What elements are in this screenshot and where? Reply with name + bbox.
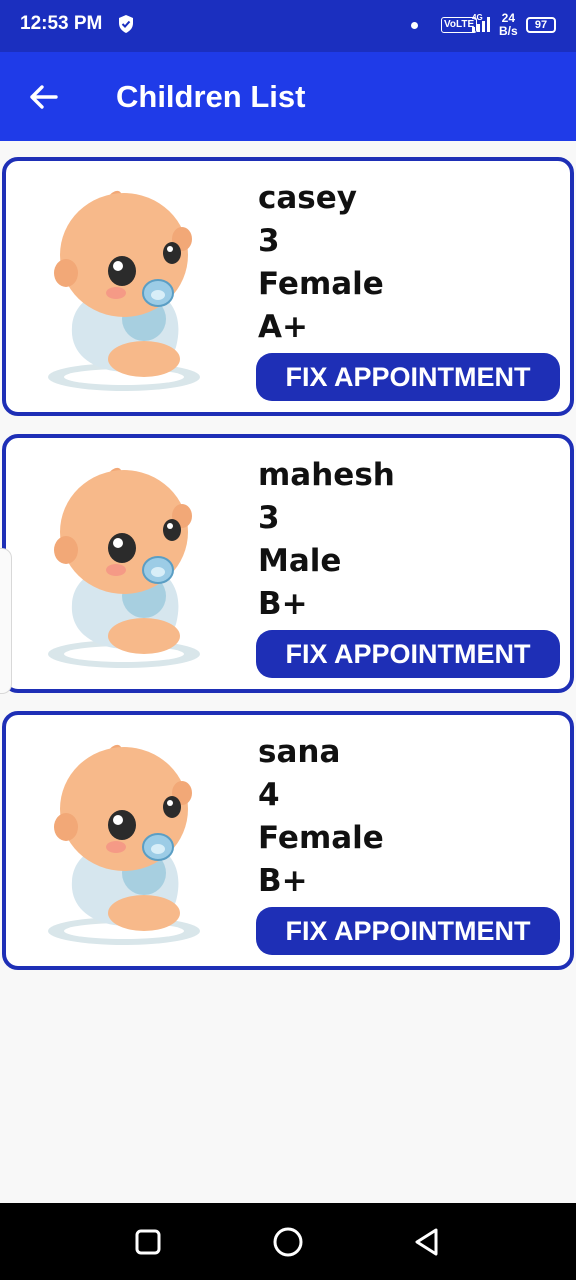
child-age: 3 (258, 223, 280, 259)
child-info: mahesh 3 Male B+ (258, 454, 395, 626)
status-time: 12:53 PM (20, 13, 103, 34)
shield-icon (119, 15, 133, 33)
child-age: 3 (258, 500, 280, 536)
child-name: casey (258, 180, 357, 216)
recents-square-icon[interactable] (131, 1225, 165, 1259)
app-bar: Children List (0, 52, 576, 141)
baby-illustration-icon (48, 190, 200, 391)
fix-appointment-button[interactable]: FIX APPOINTMENT (256, 907, 560, 955)
home-circle-icon[interactable] (271, 1225, 305, 1259)
child-card: mahesh 3 Male B+ FIX APPOINTMENT (2, 434, 574, 693)
net-speed-unit: B/s (499, 24, 518, 38)
status-bar: 12:53 PM VoLTE 4G 24 B/s 97 (0, 0, 576, 52)
child-name: sana (258, 734, 341, 770)
arrow-left-icon[interactable] (22, 76, 68, 118)
edge-panel-handle[interactable] (0, 548, 12, 694)
app-screen: 12:53 PM VoLTE 4G 24 B/s 97 Children Lis… (0, 0, 576, 1280)
net-speed: 24 B/s (499, 12, 518, 38)
child-gender: Female (258, 266, 384, 302)
dot-icon (411, 22, 418, 29)
fix-appointment-button[interactable]: FIX APPOINTMENT (256, 630, 560, 678)
child-name: mahesh (258, 457, 395, 493)
child-info: casey 3 Female A+ (258, 177, 384, 349)
child-blood-group: B+ (258, 586, 308, 622)
child-card: casey 3 Female A+ FIX APPOINTMENT (2, 157, 574, 416)
battery-icon: 97 (526, 17, 556, 33)
fix-appointment-button[interactable]: FIX APPOINTMENT (256, 353, 560, 401)
child-gender: Male (258, 543, 342, 579)
child-blood-group: B+ (258, 863, 308, 899)
child-age: 4 (258, 777, 280, 813)
system-nav-bar (0, 1203, 576, 1280)
baby-illustration-icon (48, 744, 200, 945)
baby-illustration-icon (48, 467, 200, 668)
child-info: sana 4 Female B+ (258, 731, 384, 903)
back-triangle-icon[interactable] (410, 1225, 444, 1259)
svg-text:4G: 4G (472, 13, 483, 22)
page-title: Children List (116, 79, 306, 114)
child-card: sana 4 Female B+ FIX APPOINTMENT (2, 711, 574, 970)
signal-icon: 4G (472, 13, 490, 32)
child-blood-group: A+ (258, 309, 308, 345)
child-gender: Female (258, 820, 384, 856)
